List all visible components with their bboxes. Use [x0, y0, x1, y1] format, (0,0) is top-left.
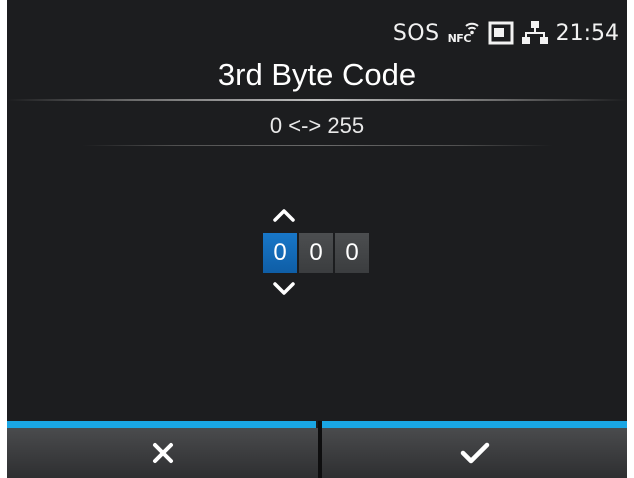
chevron-up-icon[interactable] — [271, 206, 297, 224]
range-divider — [82, 145, 552, 146]
digit-hundreds[interactable]: 0 — [263, 233, 297, 273]
chevron-down-icon[interactable] — [271, 280, 297, 298]
screen-frame: SOS NFC 21:54 3rd Byte Code 0 <-> 255 0 … — [0, 0, 634, 478]
confirm-button[interactable] — [322, 428, 627, 478]
page-title: 3rd Byte Code — [217, 57, 417, 92]
network-icon — [521, 21, 548, 44]
printer-display: SOS NFC 21:54 3rd Byte Code 0 <-> 255 0 … — [7, 0, 627, 478]
value-range: 0 <-> 255 — [269, 113, 365, 138]
sos-indicator: SOS — [392, 20, 440, 46]
nfc-wifi-icon: NFC — [448, 20, 480, 46]
close-icon — [152, 443, 173, 463]
clock: 21:54 — [555, 20, 619, 46]
digit-tens[interactable]: 0 — [299, 233, 333, 273]
cancel-button[interactable] — [7, 428, 318, 478]
status-bar: SOS NFC 21:54 — [393, 16, 619, 50]
sd-card-icon — [488, 21, 514, 45]
digit-spinner: 0 0 0 — [263, 233, 369, 273]
digit-ones[interactable]: 0 — [335, 233, 369, 273]
cancel-accent-bar — [7, 421, 316, 428]
confirm-accent-bar — [322, 421, 627, 428]
wifi-icon — [464, 22, 479, 35]
title-divider — [7, 99, 627, 101]
checkmark-icon — [460, 442, 489, 464]
